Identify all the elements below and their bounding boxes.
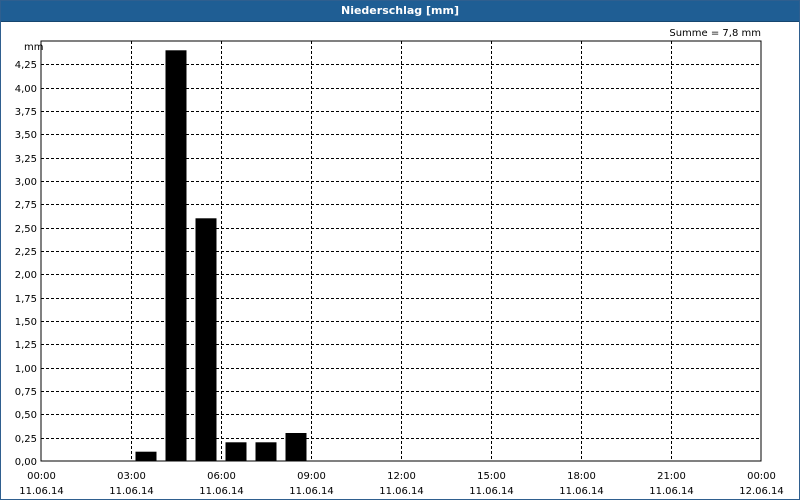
bar <box>225 442 247 461</box>
x-tick-time: 09:00 <box>297 471 326 482</box>
x-tick-date: 11.06.14 <box>559 486 604 497</box>
y-axis-ticks: 0,00 0,25 0,50 0,75 1,00 1,25 1,50 1,75 2,00 2,25… <box>15 60 37 468</box>
x-tick-date: 11.06.14 <box>109 486 154 497</box>
y-tick-label: 4,00 <box>15 84 37 95</box>
y-tick-label: 2,50 <box>15 224 37 235</box>
y-tick-label: 0,25 <box>15 434 37 445</box>
x-tick-date: 11.06.14 <box>379 486 424 497</box>
x-tick-time: 12:00 <box>387 471 416 482</box>
y-tick-label: 3,50 <box>15 130 37 141</box>
x-tick-time: 00:00 <box>27 471 56 482</box>
y-tick-label: 0,75 <box>15 387 37 398</box>
x-tick-date: 11.06.14 <box>649 486 694 497</box>
x-tick-time: 18:00 <box>567 471 596 482</box>
y-tick-label: 2,75 <box>15 200 37 211</box>
x-tick-time: 00:00 <box>747 471 776 482</box>
x-axis-ticks: 00:00 11.06.14 03:00 11.06.14 06:00 11.06.14 0… <box>19 471 784 497</box>
y-tick-label: 1,75 <box>15 294 37 305</box>
x-tick-time: 06:00 <box>207 471 236 482</box>
x-tick-date: 11.06.14 <box>19 486 64 497</box>
y-tick-label: 3,75 <box>15 107 37 118</box>
x-tick-time: 15:00 <box>477 471 506 482</box>
x-tick-date: 12.06.14 <box>739 486 784 497</box>
y-tick-label: 3,00 <box>15 177 37 188</box>
x-tick-time: 03:00 <box>117 471 146 482</box>
bar <box>165 50 187 462</box>
y-tick-label: 0,50 <box>15 410 37 421</box>
x-tick-date: 11.06.14 <box>289 486 334 497</box>
bar <box>285 433 307 461</box>
grid-lines <box>41 41 761 461</box>
x-tick-date: 11.06.14 <box>469 486 514 497</box>
y-tick-label: 2,00 <box>15 270 37 281</box>
y-tick-label: 1,50 <box>15 317 37 328</box>
y-tick-label: 4,25 <box>15 60 37 71</box>
sum-annotation: Summe = 7,8 mm <box>669 28 761 39</box>
y-tick-label: 0,00 <box>15 457 37 468</box>
precipitation-chart: mm Summe = 7,8 mm 0,000,250,500,751,001,… <box>15 28 784 497</box>
x-tick-time: 21:00 <box>657 471 686 482</box>
y-tick-label: 3,25 <box>15 154 37 165</box>
bar <box>255 442 277 461</box>
bar <box>135 451 157 461</box>
y-tick-label: 1,25 <box>15 340 37 351</box>
bar <box>195 218 217 461</box>
y-tick-label: 2,25 <box>15 247 37 258</box>
y-tick-label: 1,00 <box>15 364 37 375</box>
x-tick-date: 11.06.14 <box>199 486 244 497</box>
